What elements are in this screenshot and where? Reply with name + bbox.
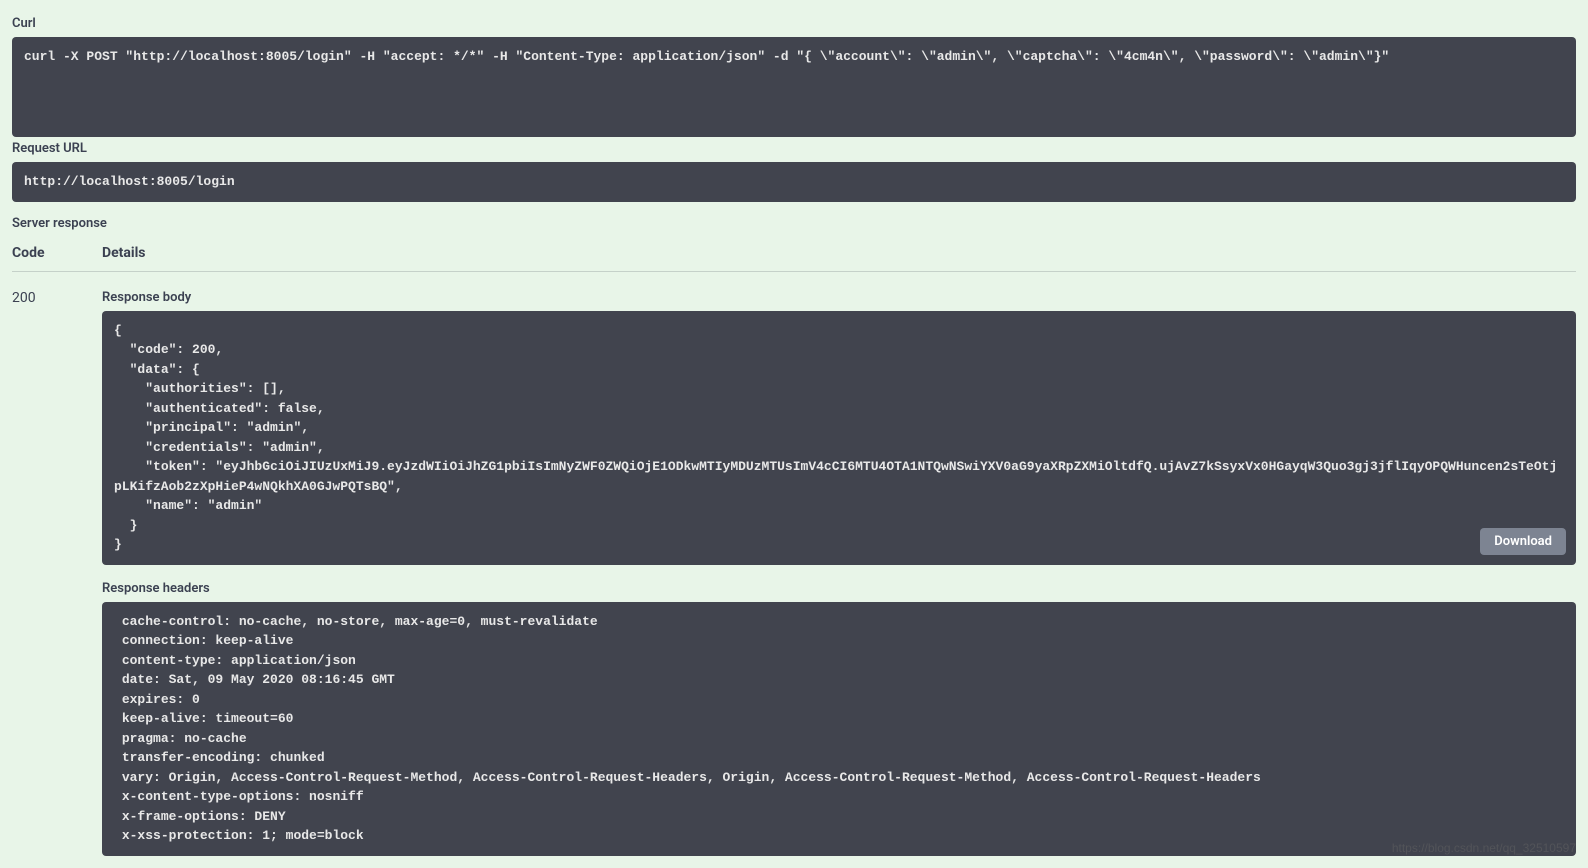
curl-label: Curl [12,16,1576,31]
server-response-label: Server response [12,216,1576,231]
response-headers-label: Response headers [102,581,1576,596]
download-button[interactable]: Download [1480,528,1566,555]
response-body-content[interactable]: { "code": 200, "data": { "authorities": … [102,311,1576,565]
request-url-content[interactable]: http://localhost:8005/login [12,162,1576,202]
table-row: 200 Response body { "code": 200, "data":… [12,290,1576,856]
request-url-label: Request URL [12,141,1576,156]
response-body-container: { "code": 200, "data": { "authorities": … [102,311,1576,565]
status-code: 200 [12,290,102,306]
table-header: Code Details [12,245,1576,272]
details-cell: Response body { "code": 200, "data": { "… [102,290,1576,856]
column-header-code: Code [12,245,102,261]
curl-content[interactable]: curl -X POST "http://localhost:8005/logi… [12,37,1576,137]
response-headers-content[interactable]: cache-control: no-cache, no-store, max-a… [102,602,1576,856]
watermark-text: https://blog.csdn.net/qq_32510597 [1392,841,1576,855]
response-body-label: Response body [102,290,1576,305]
response-table: Code Details 200 Response body { "code":… [12,245,1576,856]
column-header-details: Details [102,245,146,261]
